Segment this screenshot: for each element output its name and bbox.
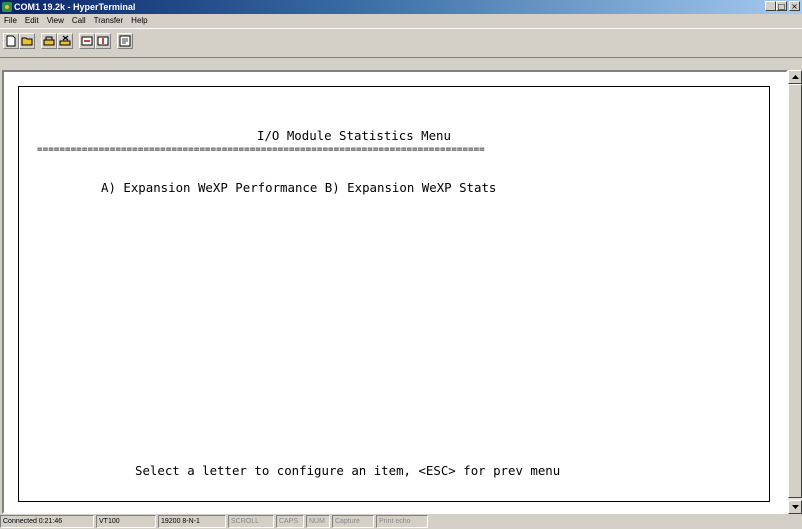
status-bar: Connected 0:21:46 VT100 19200 8-N-1 SCRO…: [0, 514, 802, 529]
status-capture: Capture: [332, 515, 374, 528]
close-button[interactable]: ×: [789, 1, 800, 11]
menu-call[interactable]: Call: [68, 14, 90, 28]
send-icon: [81, 36, 93, 46]
menu-transfer[interactable]: Transfer: [90, 14, 128, 28]
toolbar: [0, 28, 802, 58]
window-title: COM1 19.2k - HyperTerminal: [14, 2, 136, 12]
terminal-window[interactable]: I/O Module Statistics Menu =============…: [2, 70, 788, 514]
properties-icon: [119, 35, 131, 47]
new-button[interactable]: [3, 33, 19, 49]
receive-button[interactable]: [95, 33, 111, 49]
arrow-up-icon: [791, 75, 799, 79]
disconnect-icon: [59, 35, 71, 46]
open-icon: [21, 37, 33, 46]
hyperterminal-app-icon[interactable]: [2, 2, 12, 12]
status-num: NUM: [306, 515, 330, 528]
scroll-thumb[interactable]: [788, 84, 802, 498]
status-connected-time: Connected 0:21:46: [0, 515, 94, 528]
menu-edit[interactable]: Edit: [21, 14, 43, 28]
receive-icon: [97, 36, 109, 46]
status-scroll: SCROLL: [228, 515, 274, 528]
connect-button[interactable]: [41, 33, 57, 49]
menu-options: A) Expansion WeXP Performance B) Expansi…: [101, 180, 497, 195]
vertical-scrollbar[interactable]: [788, 70, 802, 514]
status-print-echo: Print echo: [376, 515, 428, 528]
menu-bar: File Edit View Call Transfer Help: [0, 14, 802, 28]
minimize-button[interactable]: _: [765, 1, 776, 11]
status-emulation: VT100: [96, 515, 156, 528]
status-port-settings: 19200 8-N-1: [158, 515, 226, 528]
scroll-down-button[interactable]: [788, 500, 802, 514]
menu-help[interactable]: Help: [127, 14, 151, 28]
terminal-screen[interactable]: I/O Module Statistics Menu =============…: [18, 86, 770, 502]
title-bar[interactable]: COM1 19.2k - HyperTerminal _ □ ×: [0, 0, 802, 14]
disconnect-button[interactable]: [57, 33, 73, 49]
maximize-button[interactable]: □: [776, 1, 787, 11]
scroll-up-button[interactable]: [788, 70, 802, 84]
menu-file[interactable]: File: [0, 14, 21, 28]
open-button[interactable]: [19, 33, 35, 49]
status-caps: CAPS: [276, 515, 304, 528]
new-icon: [6, 35, 16, 47]
selection-prompt: Select a letter to configure an item, <E…: [135, 463, 561, 478]
properties-button[interactable]: [117, 33, 133, 49]
window-controls: _ □ ×: [765, 1, 800, 11]
send-button[interactable]: [79, 33, 95, 49]
menu-heading: I/O Module Statistics Menu: [257, 128, 451, 143]
arrow-down-icon: [791, 505, 799, 509]
separator-line: ========================================…: [37, 144, 485, 155]
menu-view[interactable]: View: [43, 14, 68, 28]
connect-icon: [43, 36, 55, 46]
